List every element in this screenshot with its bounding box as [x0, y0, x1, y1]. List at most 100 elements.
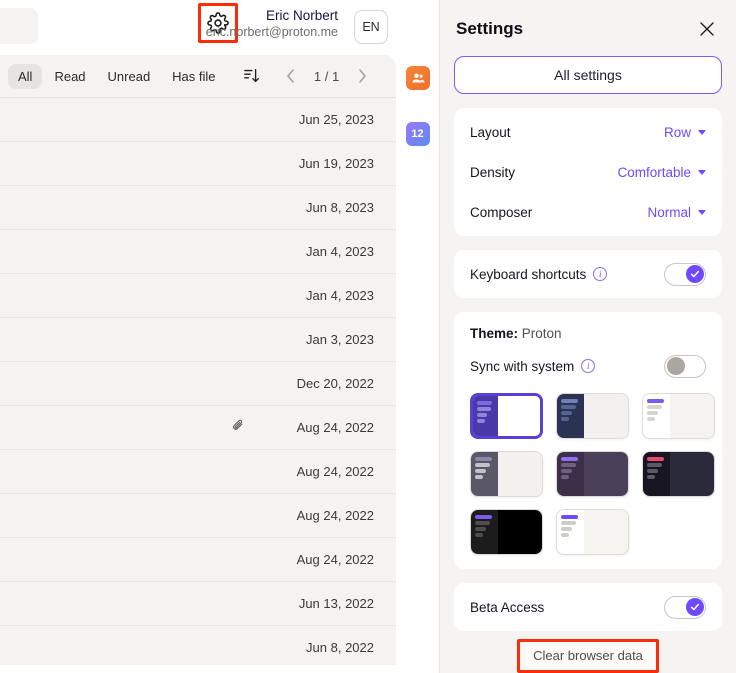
language-badge[interactable]: EN: [354, 10, 388, 44]
chevron-right-icon[interactable]: [350, 63, 376, 89]
mail-row-date: Jan 3, 2023: [306, 332, 374, 347]
app-rail: 12: [396, 0, 440, 673]
mail-row[interactable]: Aug 24, 2022: [0, 449, 396, 493]
mail-row-date: Jun 25, 2023: [298, 112, 374, 127]
toggle-knob: [666, 357, 685, 375]
swatch-sidebar-preview: [471, 452, 498, 496]
page-count: 1 / 1: [313, 68, 340, 84]
preference-row-layout[interactable]: Layout Row: [454, 112, 722, 152]
chevron-down-icon: [698, 169, 706, 175]
close-icon[interactable]: [694, 16, 720, 42]
mail-row-date: Jun 8, 2023: [306, 200, 374, 215]
composer-dropdown[interactable]: Normal: [647, 205, 706, 220]
mail-row[interactable]: Jun 8, 2023: [0, 185, 396, 229]
clear-browser-data-wrap: Clear browser data: [454, 638, 722, 673]
density-label: Density: [470, 164, 516, 180]
density-value: Comfortable: [617, 164, 691, 180]
theme-value: Proton: [521, 326, 562, 341]
mail-row[interactable]: Jun 8, 2022: [0, 625, 396, 665]
swatch-body-preview: [669, 394, 714, 438]
account-name: Eric Norbert: [265, 8, 338, 23]
preference-row-density[interactable]: Density Comfortable: [454, 152, 722, 192]
mail-row[interactable]: Jan 4, 2023: [0, 229, 396, 273]
search-box-stub[interactable]: [0, 8, 38, 44]
sync-with-system-toggle[interactable]: [664, 354, 706, 378]
mail-row[interactable]: Jun 13, 2022: [0, 581, 396, 625]
sort-descending-icon[interactable]: [240, 64, 264, 88]
theme-swatch-monokai[interactable]: [556, 451, 629, 497]
preference-row-composer[interactable]: Composer Normal: [454, 192, 722, 232]
swatch-body-preview: [497, 452, 542, 496]
keyboard-shortcuts-row: Keyboard shortcuts i: [454, 254, 722, 294]
mail-row[interactable]: Jan 3, 2023: [0, 317, 396, 361]
calendar-day-label: 12: [411, 128, 424, 140]
mail-row-date: Jun 8, 2022: [306, 640, 374, 655]
filter-has-file[interactable]: Has file: [162, 64, 225, 89]
theme-heading: Theme: Proton: [454, 324, 722, 351]
swatch-body-preview: [583, 510, 628, 554]
filter-read[interactable]: Read: [44, 64, 95, 89]
keyboard-shortcuts-toggle[interactable]: [664, 262, 706, 286]
theme-swatch-ivory[interactable]: [556, 509, 629, 555]
mail-top-bar: Eric Norbert eric.norbert@proton.me EN: [0, 0, 396, 55]
info-icon[interactable]: i: [581, 359, 596, 373]
settings-drawer: Settings All settings Layout Row Density…: [440, 0, 736, 673]
keyboard-shortcuts-label: Keyboard shortcuts: [470, 266, 587, 282]
mail-row-date: Jun 19, 2023: [298, 156, 374, 171]
swatch-sidebar-preview: [643, 394, 670, 438]
mail-row[interactable]: Jun 25, 2023: [0, 97, 396, 141]
layout-dropdown[interactable]: Row: [664, 125, 706, 140]
swatch-sidebar-preview: [643, 452, 670, 496]
theme-swatch-legacy[interactable]: [470, 509, 543, 555]
swatch-sidebar-preview: [557, 394, 584, 438]
mail-row-date: Jan 4, 2023: [306, 288, 374, 303]
toggle-knob: [685, 598, 704, 616]
theme-card: Theme: Proton Sync with system i: [454, 312, 722, 569]
calendar-icon[interactable]: 12: [405, 122, 430, 146]
mail-row[interactable]: Dec 20, 2022: [0, 361, 396, 405]
composer-label: Composer: [470, 204, 533, 220]
attachment-icon: [231, 418, 246, 438]
swatch-sidebar-preview: [557, 452, 584, 496]
chevron-left-icon[interactable]: [278, 63, 304, 89]
density-dropdown[interactable]: Comfortable: [617, 165, 706, 180]
info-icon[interactable]: i: [593, 267, 608, 281]
mail-row[interactable]: Jan 4, 2023: [0, 273, 396, 317]
settings-title: Settings: [456, 19, 524, 38]
mail-row[interactable]: Aug 24, 2022: [0, 493, 396, 537]
theme-swatch-snow[interactable]: [642, 393, 715, 439]
app-root: Eric Norbert eric.norbert@proton.me EN A…: [0, 0, 736, 673]
mail-row[interactable]: Aug 24, 2022: [0, 405, 396, 449]
mail-list-panel: All Read Unread Has file 1 / 1 Jun 25, 2…: [0, 55, 396, 665]
beta-access-toggle[interactable]: [664, 595, 706, 619]
mail-filter-bar: All Read Unread Has file 1 / 1: [0, 55, 396, 97]
sync-with-system-row: Sync with system i: [454, 351, 722, 381]
mail-row[interactable]: Aug 24, 2022: [0, 537, 396, 581]
beta-access-row: Beta Access: [454, 587, 722, 627]
mail-row[interactable]: Jun 19, 2023: [0, 141, 396, 185]
mail-row-date: Jun 13, 2022: [298, 596, 374, 611]
mail-row-date: Dec 20, 2022: [296, 376, 374, 391]
all-settings-button[interactable]: All settings: [454, 56, 722, 94]
filter-all[interactable]: All: [8, 63, 43, 89]
mail-row-date: Aug 24, 2022: [296, 464, 374, 479]
theme-swatch-contrast[interactable]: [470, 451, 543, 497]
clear-browser-data-button[interactable]: Clear browser data: [519, 641, 657, 670]
layout-value: Row: [663, 124, 691, 140]
beta-access-label: Beta Access: [470, 599, 545, 615]
theme-swatch-proton[interactable]: [470, 393, 543, 439]
account-email: eric.norbert@proton.me: [205, 24, 338, 39]
swatch-body-preview: [497, 510, 542, 554]
theme-swatch-duotone[interactable]: [642, 451, 715, 497]
swatch-body-preview: [583, 452, 628, 496]
mail-row-date: Aug 24, 2022: [296, 552, 374, 567]
theme-swatch-carbon[interactable]: [556, 393, 629, 439]
contacts-icon[interactable]: [405, 66, 430, 90]
swatch-sidebar-preview: [473, 396, 499, 436]
swatch-sidebar-preview: [557, 510, 584, 554]
filter-unread[interactable]: Unread: [98, 64, 161, 89]
sync-with-system-label: Sync with system: [470, 358, 575, 374]
chevron-down-icon: [698, 129, 706, 135]
account-info[interactable]: Eric Norbert eric.norbert@proton.me: [206, 8, 338, 41]
theme-label: Theme:: [470, 326, 519, 341]
